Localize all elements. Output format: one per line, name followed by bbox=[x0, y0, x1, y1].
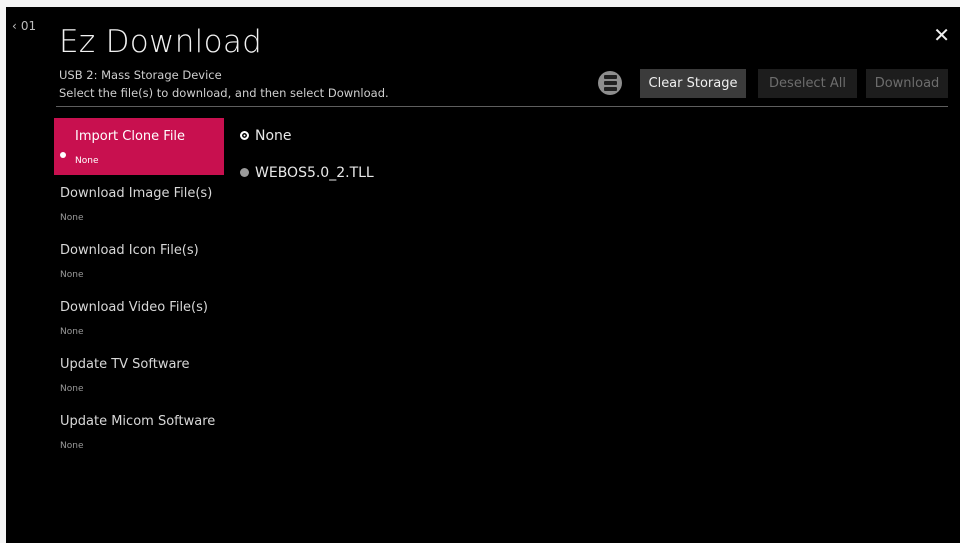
menu-item-value: None bbox=[60, 384, 84, 394]
option-none[interactable]: None bbox=[240, 123, 374, 148]
menu-item-update-micom-software[interactable]: Update Micom Software None bbox=[54, 403, 224, 460]
clear-storage-button[interactable]: Clear Storage bbox=[640, 69, 746, 98]
menu-item-update-tv-software[interactable]: Update TV Software None bbox=[54, 346, 224, 403]
menu-item-label: Download Video File(s) bbox=[60, 300, 208, 315]
menu-item-value: None bbox=[60, 270, 84, 280]
menu-item-label: Update Micom Software bbox=[60, 414, 216, 429]
radio-checked-icon bbox=[240, 131, 249, 140]
menu-item-value: None bbox=[60, 327, 84, 337]
file-options: None WEBOS5.0_2.TLL bbox=[240, 123, 374, 197]
chevron-left-icon: ‹ bbox=[12, 19, 17, 33]
device-name: USB 2: Mass Storage Device bbox=[59, 68, 222, 82]
menu-item-label: Download Icon File(s) bbox=[60, 243, 199, 258]
back-button[interactable]: ‹ 01 bbox=[12, 19, 36, 33]
menu-item-value: None bbox=[75, 156, 99, 166]
option-label: None bbox=[255, 127, 292, 144]
radio-unchecked-icon bbox=[240, 168, 249, 177]
menu-item-download-video-files[interactable]: Download Video File(s) None bbox=[54, 289, 224, 346]
download-button[interactable]: Download bbox=[866, 69, 948, 98]
menu-item-import-clone-file[interactable]: Import Clone File None bbox=[54, 118, 224, 175]
ez-download-screen: ‹ 01 Ez Download ✕ USB 2: Mass Storage D… bbox=[6, 7, 960, 543]
header-divider bbox=[56, 106, 948, 107]
menu-item-label: Import Clone File bbox=[75, 129, 186, 144]
menu-item-download-icon-files[interactable]: Download Icon File(s) None bbox=[54, 232, 224, 289]
option-webos-tll[interactable]: WEBOS5.0_2.TLL bbox=[240, 160, 374, 185]
back-label: 01 bbox=[20, 19, 37, 33]
instruction-text: Select the file(s) to download, and then… bbox=[59, 86, 389, 100]
menu-item-value: None bbox=[60, 441, 84, 451]
menu-item-label: Download Image File(s) bbox=[60, 186, 213, 201]
option-label: WEBOS5.0_2.TLL bbox=[255, 164, 374, 181]
deselect-all-button[interactable]: Deselect All bbox=[758, 69, 857, 98]
storage-icon[interactable] bbox=[598, 71, 622, 95]
page-title: Ez Download bbox=[59, 24, 263, 60]
menu-item-value: None bbox=[60, 213, 84, 223]
menu-item-download-image-files[interactable]: Download Image File(s) None bbox=[54, 175, 224, 232]
close-icon[interactable]: ✕ bbox=[933, 25, 950, 45]
menu-item-label: Update TV Software bbox=[60, 357, 190, 372]
category-menu: Import Clone File None Download Image Fi… bbox=[54, 118, 224, 460]
selected-dot-icon bbox=[60, 152, 66, 158]
